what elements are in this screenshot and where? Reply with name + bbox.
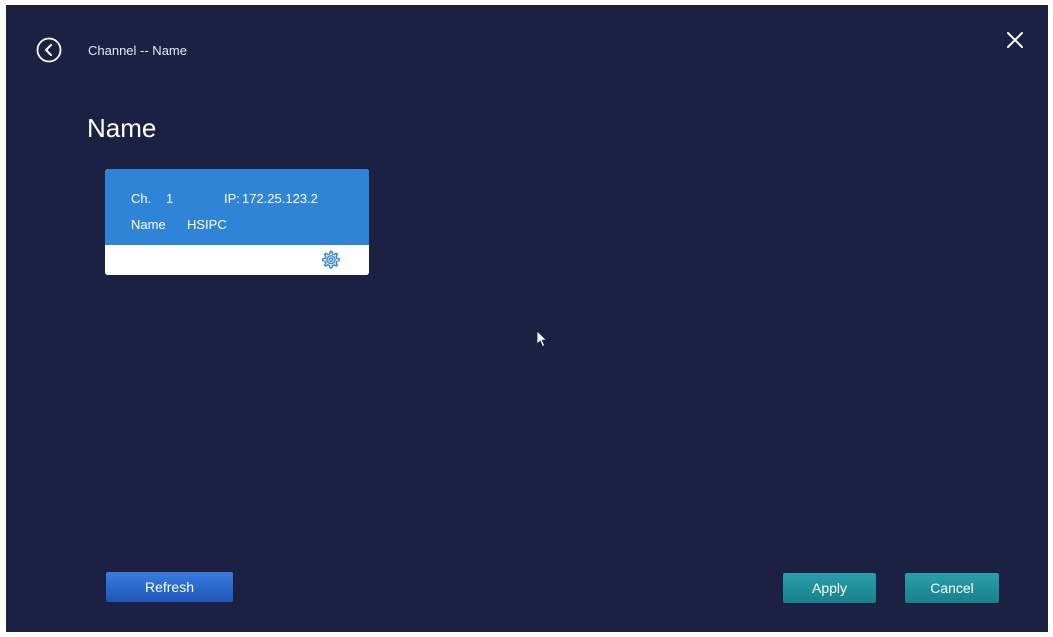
close-button[interactable] <box>1004 29 1026 51</box>
channel-card-info: Ch. 1 IP: 172.25.123.2 Name HSIPC <box>105 169 369 245</box>
name-value: HSIPC <box>187 217 227 232</box>
channel-card-footer <box>105 245 369 275</box>
page-title: Name <box>87 113 157 143</box>
cancel-button[interactable]: Cancel <box>905 573 999 603</box>
gear-icon[interactable] <box>320 249 342 271</box>
mouse-cursor-icon <box>536 330 548 348</box>
channel-number: 1 <box>166 191 174 206</box>
apply-button[interactable]: Apply <box>783 573 876 603</box>
breadcrumb: Channel -- Name <box>88 43 187 58</box>
channel-label: Ch. <box>131 191 152 206</box>
refresh-button[interactable]: Refresh <box>106 572 233 602</box>
ip-value: 172.25.123.2 <box>242 191 318 206</box>
channel-card[interactable]: Ch. 1 IP: 172.25.123.2 Name HSIPC <box>105 169 369 275</box>
name-label: Name <box>131 217 166 232</box>
channel-name-window: Channel -- Name Name Ch. 1 IP: 172.25.12… <box>6 5 1048 632</box>
ip-label: IP: <box>224 191 240 206</box>
back-button[interactable] <box>36 37 62 63</box>
